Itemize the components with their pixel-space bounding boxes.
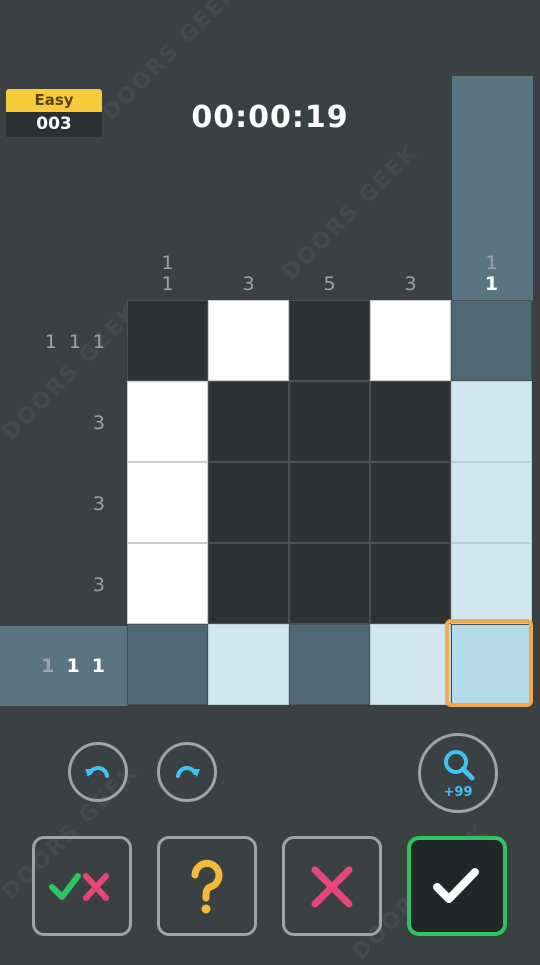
clue-number: 1 (485, 252, 498, 274)
level-badge: Easy 003 (6, 89, 102, 137)
column-clue: 5 (289, 240, 370, 295)
magnifier-icon (444, 750, 475, 781)
grid-cell[interactable] (127, 300, 208, 381)
grid-cell[interactable] (370, 624, 451, 705)
grid-cell[interactable] (451, 381, 532, 462)
clue-number: 3 (242, 273, 255, 295)
cross-icon (311, 866, 353, 908)
auto-mark-button[interactable] (32, 836, 132, 936)
grid-cell[interactable] (289, 462, 370, 543)
grid-cell[interactable] (370, 543, 451, 624)
column-clue: 11 (451, 240, 532, 295)
clue-number: 1 (41, 655, 65, 677)
clue-number: 1 (68, 331, 91, 353)
cross-mode-button[interactable] (282, 836, 382, 936)
grid-cell[interactable] (127, 543, 208, 624)
clue-number: 3 (404, 273, 417, 295)
row-clue: 3 (0, 464, 115, 544)
grid-cell[interactable] (208, 381, 289, 462)
zoom-count: +99 (443, 785, 473, 800)
check-cross-icon (49, 873, 109, 901)
clue-number: 1 (484, 273, 499, 295)
clue-number: 1 (92, 331, 115, 353)
hint-button[interactable] (157, 836, 257, 936)
redo-button[interactable] (157, 742, 217, 802)
row-clue: 111 (0, 626, 115, 706)
grid-cell[interactable] (289, 543, 370, 624)
grid-cell[interactable] (127, 381, 208, 462)
clue-number: 1 (91, 655, 115, 677)
grid-cell[interactable] (451, 543, 532, 624)
undo-button[interactable] (68, 742, 128, 802)
clue-number: 1 (44, 331, 67, 353)
clue-number: 1 (161, 273, 174, 295)
clue-number: 3 (92, 574, 115, 596)
grid-cell[interactable] (208, 624, 289, 705)
timer: 00:00:19 (191, 100, 349, 135)
grid-cell[interactable] (289, 624, 370, 705)
question-icon (191, 859, 223, 914)
redo-icon (176, 766, 200, 778)
clue-number: 5 (323, 273, 336, 295)
check-icon (433, 868, 479, 903)
grid-cell[interactable] (127, 624, 208, 705)
level-number: 003 (6, 112, 102, 137)
undo-icon (85, 766, 109, 778)
row-clue: 3 (0, 383, 115, 463)
zoom-button[interactable]: +99 (418, 733, 498, 813)
row-clue: 111 (0, 302, 115, 382)
grid-cell[interactable] (451, 462, 532, 543)
difficulty-label: Easy (6, 89, 102, 112)
grid-cell[interactable] (208, 543, 289, 624)
grid-cell[interactable] (208, 300, 289, 381)
grid-cell[interactable] (370, 381, 451, 462)
grid-cell[interactable] (127, 462, 208, 543)
clue-number: 1 (161, 252, 174, 274)
column-clue: 3 (370, 240, 451, 295)
clue-number: 3 (92, 412, 115, 434)
grid-cell[interactable] (451, 300, 532, 381)
grid-cell[interactable] (370, 462, 451, 543)
selection-cursor (445, 619, 533, 707)
grid-cell[interactable] (289, 381, 370, 462)
row-clue: 3 (0, 545, 115, 625)
clue-number: 1 (66, 655, 90, 677)
grid-cell[interactable] (370, 300, 451, 381)
column-clue: 3 (208, 240, 289, 295)
clue-number: 3 (92, 493, 115, 515)
fill-mode-button[interactable] (407, 836, 507, 936)
column-clue: 11 (127, 240, 208, 295)
grid-cell[interactable] (208, 462, 289, 543)
grid-cell[interactable] (289, 300, 370, 381)
